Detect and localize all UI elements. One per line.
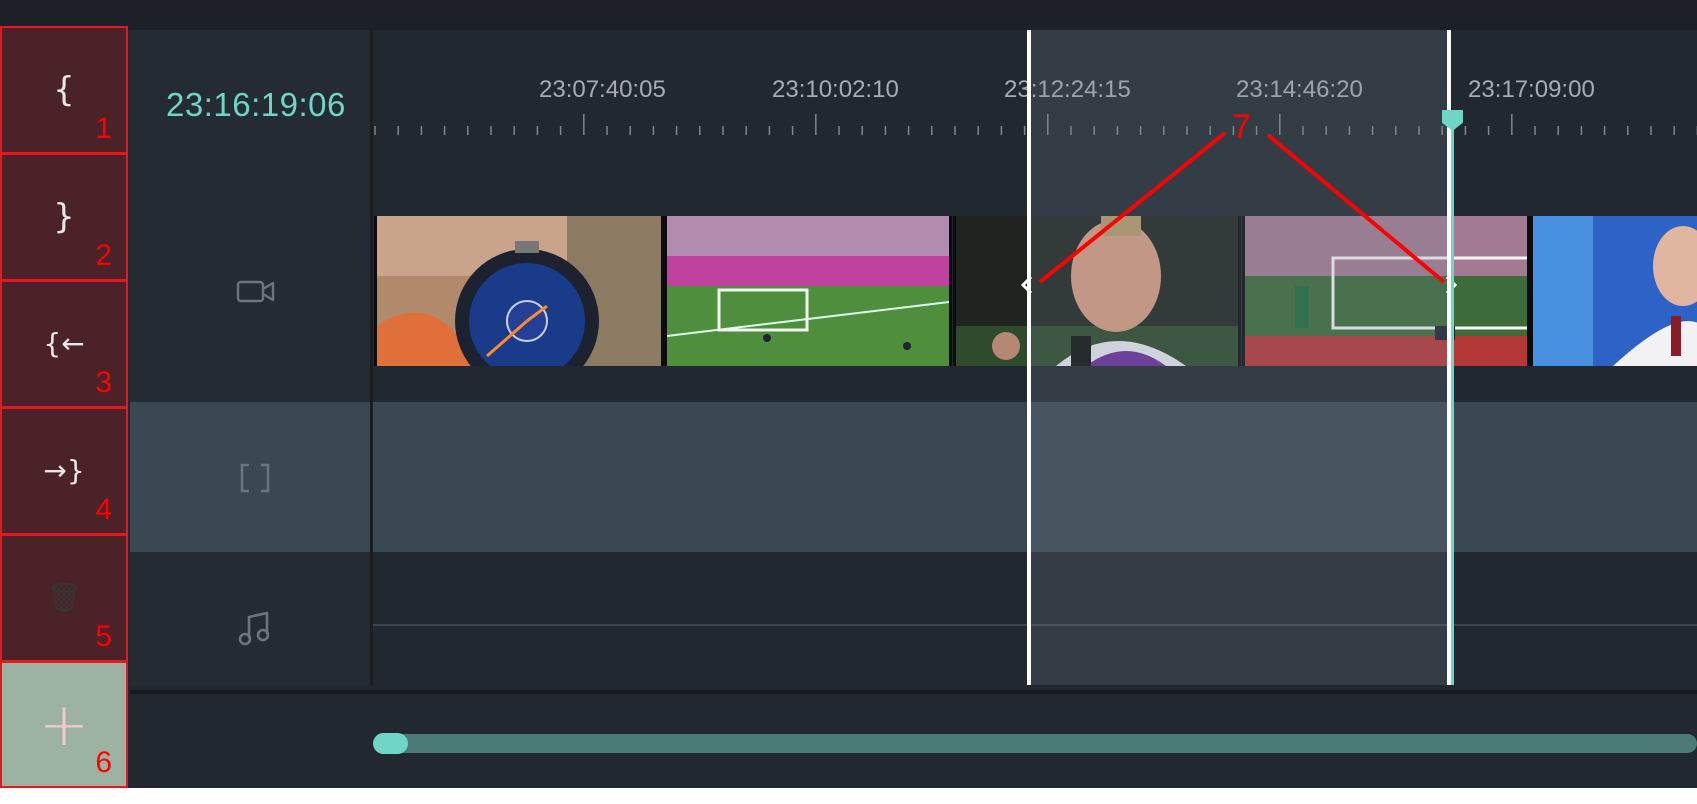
video-clip[interactable] <box>664 216 952 366</box>
overlay-track-row[interactable] <box>130 402 1697 552</box>
annotation-label: 5 <box>95 620 112 653</box>
go-to-in-button[interactable]: {← 3 <box>0 280 128 408</box>
track-header-column <box>130 30 370 685</box>
delete-button[interactable]: 🗑 5 <box>0 534 128 662</box>
mark-out-icon: } <box>53 197 75 237</box>
annotation-label: 3 <box>95 366 112 399</box>
go-to-in-icon: {← <box>43 327 85 360</box>
ruler-label: 23:17:09:00 <box>1468 76 1595 103</box>
scrollbar-track[interactable] <box>375 734 1697 753</box>
annotation-label: 1 <box>95 112 112 145</box>
annotation-label: 4 <box>95 493 112 526</box>
scrollbar-thumb[interactable] <box>373 733 408 754</box>
ruler-label: 23:07:40:05 <box>539 76 666 103</box>
add-button[interactable]: + 6 <box>0 661 128 788</box>
video-clip[interactable] <box>1530 216 1697 366</box>
title-bar <box>0 0 1697 30</box>
mark-out-button[interactable]: } 2 <box>0 153 128 281</box>
trash-icon: 🗑 <box>46 581 82 614</box>
annotation-label: 6 <box>95 746 112 779</box>
video-camera-icon <box>236 280 275 303</box>
annotation-pointer-lines <box>1038 131 1446 284</box>
music-note-icon <box>238 611 270 646</box>
page-margin <box>0 788 1697 804</box>
go-to-out-button[interactable]: →} 4 <box>0 407 128 535</box>
mark-in-icon: { <box>53 70 75 110</box>
annotation-label: 2 <box>95 239 112 272</box>
ruler-label: 23:10:02:10 <box>772 76 899 103</box>
mark-in-button[interactable]: { 1 <box>0 26 128 154</box>
plus-icon: + <box>38 689 90 760</box>
video-clip[interactable] <box>374 216 664 366</box>
go-to-out-icon: →} <box>43 454 85 487</box>
current-timecode: 23:16:19:06 <box>166 86 346 123</box>
left-toolbar: { 1 } 2 {← 3 →} 4 🗑 5 + 6 <box>0 26 130 788</box>
annotation-label: 7 <box>1232 108 1251 146</box>
playhead[interactable] <box>1451 112 1454 685</box>
bracket-icon <box>240 463 270 493</box>
